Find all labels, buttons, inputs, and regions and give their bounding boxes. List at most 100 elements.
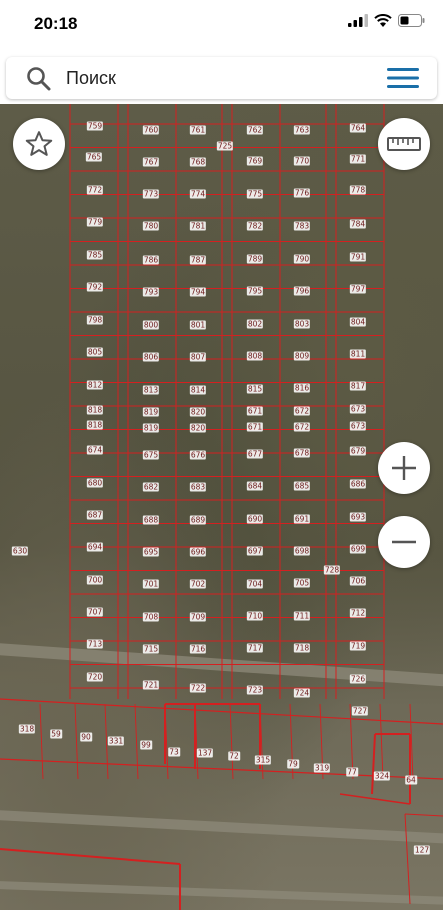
plot-label[interactable]: 767 xyxy=(142,157,160,167)
plot-label[interactable]: 678 xyxy=(293,448,311,458)
plot-label[interactable]: 685 xyxy=(293,481,311,491)
plot-label[interactable]: 818 xyxy=(86,420,104,430)
plot-label[interactable]: 786 xyxy=(142,255,160,265)
plot-label[interactable]: 770 xyxy=(293,156,311,166)
plot-label[interactable]: 684 xyxy=(246,481,264,491)
plot-label[interactable]: 700 xyxy=(86,575,104,585)
plot-label[interactable]: 315 xyxy=(254,755,272,765)
plot-label[interactable]: 723 xyxy=(246,685,264,695)
plot-label[interactable]: 707 xyxy=(86,607,104,617)
plot-label[interactable]: 793 xyxy=(142,287,160,297)
plot-label[interactable]: 762 xyxy=(246,125,264,135)
plot-label[interactable]: 806 xyxy=(142,352,160,362)
plot-label[interactable]: 764 xyxy=(349,123,367,133)
plot-label[interactable]: 815 xyxy=(246,384,264,394)
plot-label[interactable]: 776 xyxy=(293,188,311,198)
zoom-out-button[interactable] xyxy=(378,516,430,568)
plot-label[interactable]: 808 xyxy=(246,351,264,361)
plot-label[interactable]: 722 xyxy=(189,683,207,693)
plot-label[interactable]: 818 xyxy=(86,405,104,415)
plot-label[interactable]: 673 xyxy=(349,404,367,414)
plot-label[interactable]: 708 xyxy=(142,612,160,622)
plot-label[interactable]: 803 xyxy=(293,319,311,329)
plot-label[interactable]: 817 xyxy=(349,381,367,391)
plot-label[interactable]: 759 xyxy=(86,121,104,131)
plot-label[interactable]: 814 xyxy=(189,385,207,395)
plot-label[interactable]: 672 xyxy=(293,406,311,416)
plot-label[interactable]: 813 xyxy=(142,385,160,395)
plot-label[interactable]: 137 xyxy=(196,748,214,758)
zoom-in-button[interactable] xyxy=(378,442,430,494)
plot-label[interactable]: 800 xyxy=(142,320,160,330)
search-bar[interactable]: Поиск xyxy=(6,57,437,99)
plot-label[interactable]: 694 xyxy=(86,542,104,552)
plot-label[interactable]: 674 xyxy=(86,445,104,455)
plot-label[interactable]: 691 xyxy=(293,514,311,524)
plot-label[interactable]: 687 xyxy=(86,510,104,520)
plot-label[interactable]: 696 xyxy=(189,547,207,557)
plot-label[interactable]: 792 xyxy=(86,282,104,292)
plot-label[interactable]: 811 xyxy=(349,349,367,359)
plot-label[interactable]: 775 xyxy=(246,189,264,199)
plot-label[interactable]: 710 xyxy=(246,611,264,621)
plot-label[interactable]: 717 xyxy=(246,643,264,653)
plot-label[interactable]: 724 xyxy=(293,688,311,698)
plot-label[interactable]: 763 xyxy=(293,125,311,135)
plot-label[interactable]: 779 xyxy=(86,217,104,227)
plot-label[interactable]: 760 xyxy=(142,125,160,135)
plot-label[interactable]: 809 xyxy=(293,351,311,361)
plot-label[interactable]: 816 xyxy=(293,383,311,393)
plot-label[interactable]: 721 xyxy=(142,680,160,690)
plot-label[interactable]: 783 xyxy=(293,221,311,231)
plot-label[interactable]: 705 xyxy=(293,578,311,588)
plot-label[interactable]: 802 xyxy=(246,319,264,329)
plot-label[interactable]: 795 xyxy=(246,286,264,296)
plot-label[interactable]: 768 xyxy=(189,157,207,167)
plot-label[interactable]: 774 xyxy=(189,189,207,199)
plot-label[interactable]: 787 xyxy=(189,255,207,265)
plot-label[interactable]: 683 xyxy=(189,482,207,492)
plot-label[interactable]: 676 xyxy=(189,450,207,460)
plot-label[interactable]: 72 xyxy=(228,751,240,761)
plot-label[interactable]: 719 xyxy=(349,641,367,651)
plot-label[interactable]: 688 xyxy=(142,515,160,525)
plot-label[interactable]: 715 xyxy=(142,644,160,654)
plot-label[interactable]: 772 xyxy=(86,185,104,195)
plot-label[interactable]: 820 xyxy=(189,423,207,433)
plot-label[interactable]: 720 xyxy=(86,672,104,682)
plot-label[interactable]: 324 xyxy=(373,771,391,781)
plot-label[interactable]: 73 xyxy=(168,747,180,757)
plot-label[interactable]: 716 xyxy=(189,644,207,654)
plot-label[interactable]: 718 xyxy=(293,643,311,653)
plot-label[interactable]: 804 xyxy=(349,317,367,327)
plot-label[interactable]: 690 xyxy=(246,514,264,524)
plot-label[interactable]: 331 xyxy=(107,736,125,746)
plot-label[interactable]: 769 xyxy=(246,156,264,166)
search-icon[interactable] xyxy=(26,66,52,92)
plot-label[interactable]: 693 xyxy=(349,512,367,522)
plot-label[interactable]: 771 xyxy=(349,154,367,164)
plot-label[interactable]: 99 xyxy=(140,740,152,750)
plot-label[interactable]: 672 xyxy=(293,422,311,432)
plot-label[interactable]: 726 xyxy=(349,674,367,684)
plot-label[interactable]: 712 xyxy=(349,608,367,618)
plot-label[interactable]: 90 xyxy=(80,732,92,742)
plot-label[interactable]: 673 xyxy=(349,421,367,431)
plot-label[interactable]: 318 xyxy=(18,724,36,734)
ruler-button[interactable] xyxy=(378,118,430,170)
plot-label[interactable]: 805 xyxy=(86,347,104,357)
plot-label[interactable]: 785 xyxy=(86,250,104,260)
plot-label[interactable]: 671 xyxy=(246,406,264,416)
plot-label[interactable]: 706 xyxy=(349,576,367,586)
plot-label[interactable]: 630 xyxy=(11,546,29,556)
plot-label[interactable]: 64 xyxy=(405,775,417,785)
plot-label[interactable]: 679 xyxy=(349,446,367,456)
plot-label[interactable]: 59 xyxy=(50,729,62,739)
plot-label[interactable]: 695 xyxy=(142,547,160,557)
plot-label[interactable]: 677 xyxy=(246,449,264,459)
plot-label[interactable]: 794 xyxy=(189,287,207,297)
map-view[interactable]: 759 760 761 762 763 764 765 767 768 769 770 771 772 7… xyxy=(0,104,443,910)
plot-label[interactable]: 765 xyxy=(85,152,103,162)
plot-label[interactable]: 778 xyxy=(349,185,367,195)
plot-label[interactable]: 79 xyxy=(287,759,299,769)
